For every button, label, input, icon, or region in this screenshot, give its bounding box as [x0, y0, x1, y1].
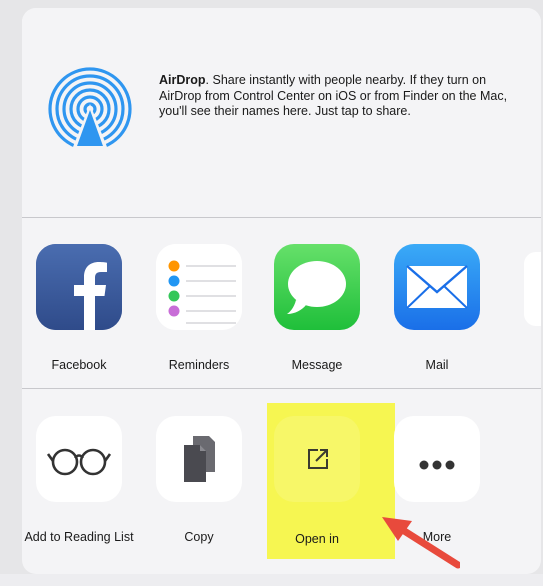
copy-icon — [156, 416, 242, 502]
share-app-reminders[interactable]: Reminders — [144, 244, 254, 372]
action-open-in[interactable]: Open in — [262, 416, 372, 566]
message-icon — [274, 244, 360, 330]
annotation-arrow-icon — [382, 517, 460, 569]
reminders-label: Reminders — [168, 358, 230, 372]
share-app-mail[interactable]: Mail — [382, 244, 492, 372]
facebook-label: Facebook — [51, 358, 107, 372]
actions-row: Add to Reading List Copy Open in More — [22, 416, 541, 566]
glasses-icon — [36, 416, 122, 502]
apps-row: Facebook Reminders Message Mail — [22, 244, 541, 372]
airdrop-title: AirDrop — [159, 73, 206, 87]
airdrop-section[interactable]: AirDrop. Share instantly with people nea… — [22, 8, 541, 217]
open-in-label: Open in — [295, 532, 339, 546]
mail-label: Mail — [425, 358, 449, 372]
divider — [22, 217, 541, 218]
background-strip — [0, 574, 543, 586]
more-icon — [394, 416, 480, 502]
share-sheet: AirDrop. Share instantly with people nea… — [22, 8, 541, 574]
facebook-icon — [36, 244, 122, 330]
airdrop-icon — [48, 67, 132, 152]
airdrop-description-text: . Share instantly with people nearby. If… — [159, 73, 508, 118]
divider — [22, 388, 541, 389]
action-add-to-reading-list[interactable]: Add to Reading List — [24, 416, 134, 566]
copy-label: Copy — [184, 530, 214, 544]
message-label: Message — [291, 358, 343, 372]
reminders-icon — [156, 244, 242, 330]
mail-icon — [394, 244, 480, 330]
action-copy[interactable]: Copy — [144, 416, 254, 566]
share-app-facebook[interactable]: Facebook — [24, 244, 134, 372]
add-to-reading-list-label: Add to Reading List — [24, 530, 134, 544]
open-in-icon — [274, 416, 360, 502]
next-app-peek[interactable] — [524, 252, 541, 326]
airdrop-description: AirDrop. Share instantly with people nea… — [159, 73, 511, 120]
share-app-message[interactable]: Message — [262, 244, 372, 372]
